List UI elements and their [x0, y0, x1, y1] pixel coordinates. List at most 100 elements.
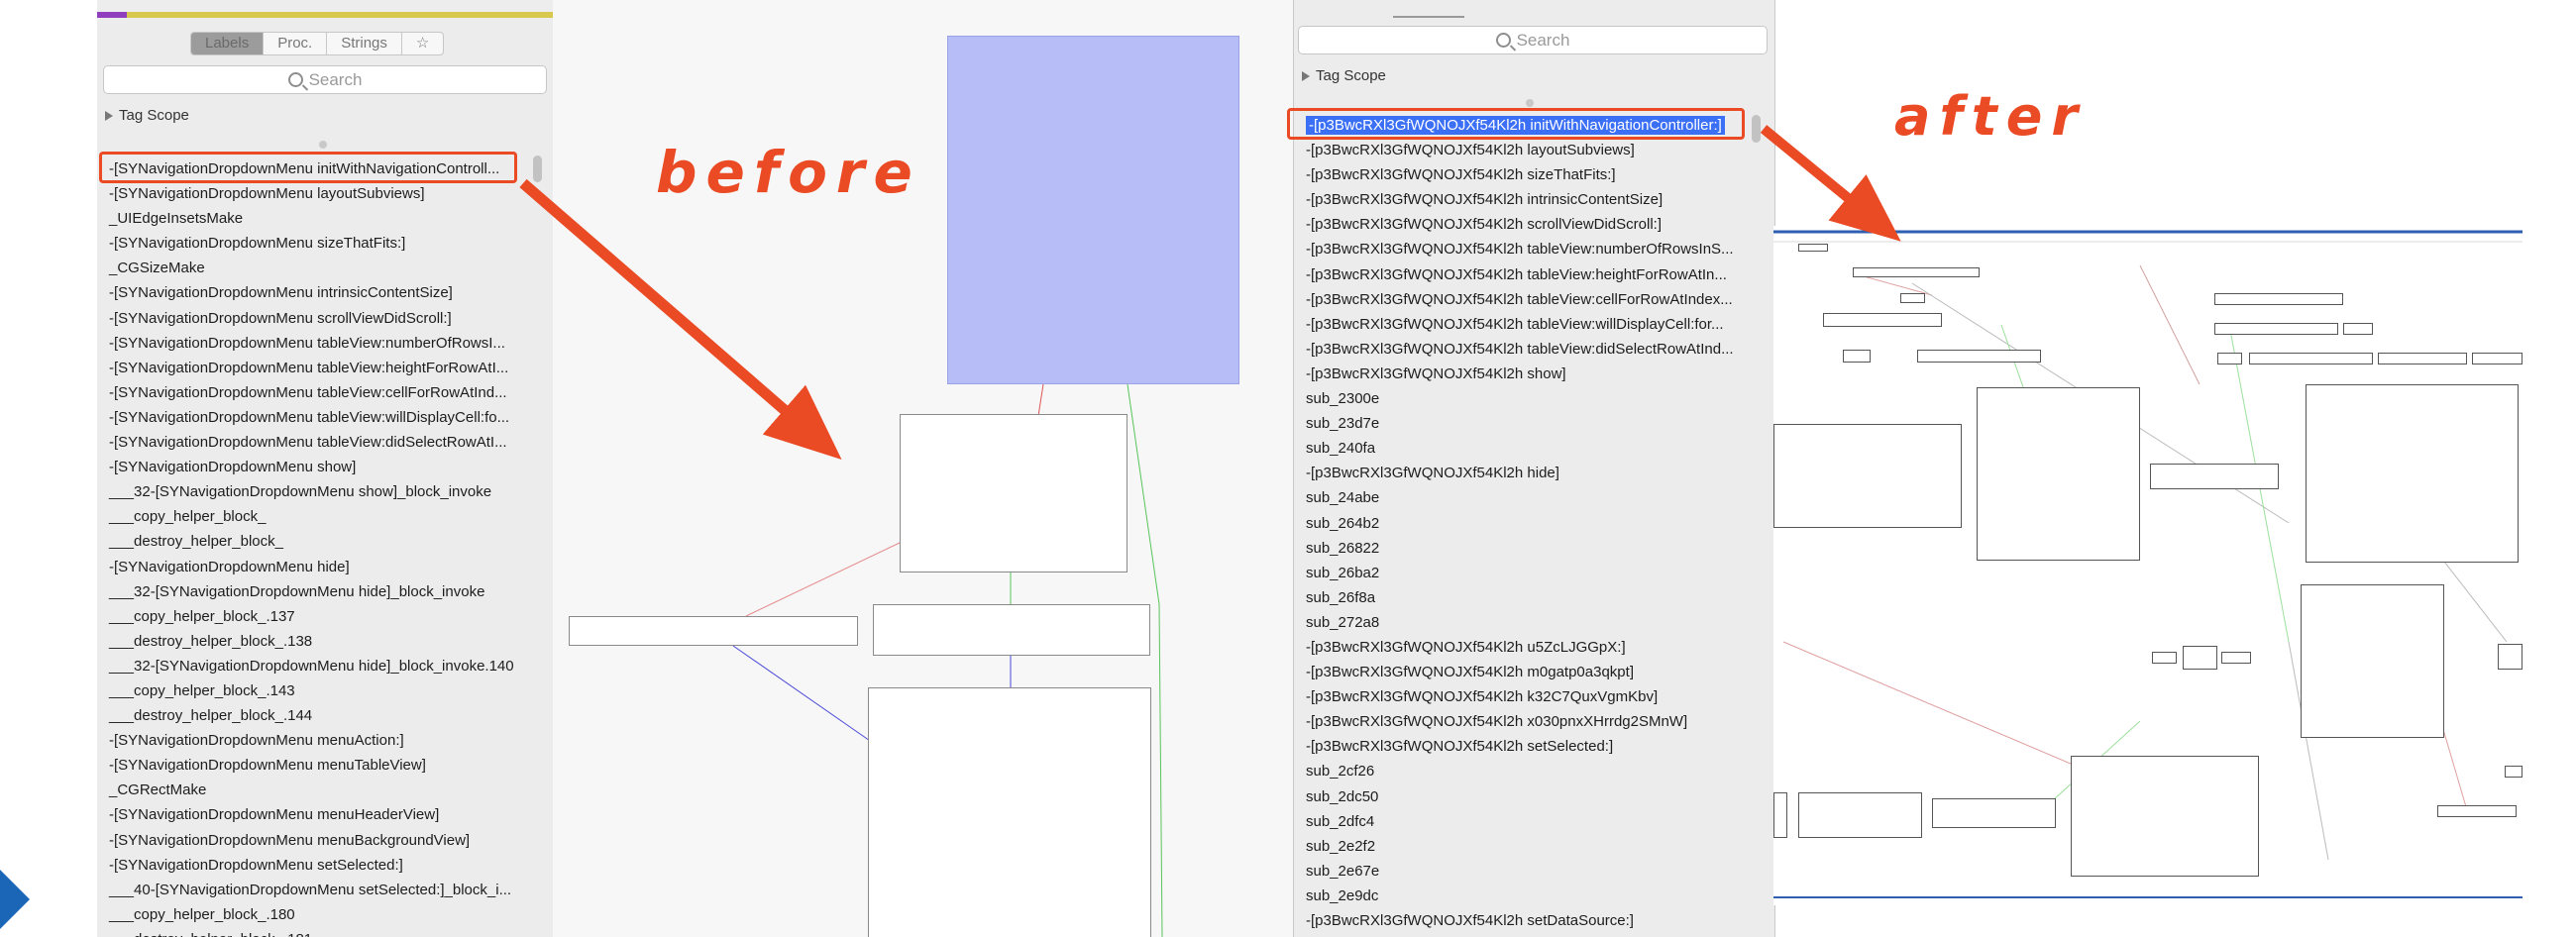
graph-node[interactable] [2150, 464, 2279, 489]
list-item[interactable]: -[p3BwcRXl3GfWQNOJXf54Kl2h setSelected:] [1302, 734, 1758, 759]
graph-node[interactable] [873, 604, 1150, 656]
list-item[interactable]: -[SYNavigationDropdownMenu scrollViewDid… [105, 306, 541, 331]
graph-node[interactable] [1977, 387, 2140, 561]
graph-node[interactable] [2214, 323, 2338, 335]
list-item[interactable]: ___copy_helper_block_ [105, 504, 541, 529]
list-item[interactable]: sub_2e67e [1302, 859, 1758, 884]
list-item[interactable]: sub_2dc50 [1302, 784, 1758, 809]
list-item[interactable]: -[SYNavigationDropdownMenu show] [105, 455, 541, 479]
graph-node[interactable] [2071, 756, 2259, 877]
graph-node[interactable] [1798, 244, 1828, 252]
list-item[interactable]: -[SYNavigationDropdownMenu menuHeaderVie… [105, 802, 541, 827]
list-item[interactable]: sub_26822 [1302, 536, 1758, 561]
list-item[interactable]: sub_2dfc4 [1302, 809, 1758, 834]
graph-node[interactable] [1823, 313, 1942, 327]
list-item[interactable]: _UIEdgeInsetsMake [105, 206, 541, 231]
graph-node[interactable] [569, 616, 858, 646]
graph-node[interactable] [2152, 652, 2177, 664]
list-item[interactable]: ___32-[SYNavigationDropdownMenu hide]_bl… [105, 579, 541, 604]
right-list-scrollbar[interactable] [1752, 115, 1761, 143]
list-item[interactable]: -[p3BwcRXl3GfWQNOJXf54Kl2h sizeThatFits:… [1302, 162, 1758, 187]
list-item[interactable]: ___copy_helper_block_.137 [105, 604, 541, 629]
list-item[interactable]: -[p3BwcRXl3GfWQNOJXf54Kl2h u5ZcLJGGpX:] [1302, 635, 1758, 660]
list-item[interactable]: sub_24abe [1302, 485, 1758, 510]
search-input-after[interactable]: Search [1298, 26, 1768, 54]
graph-node[interactable] [2505, 766, 2522, 778]
list-item[interactable]: -[SYNavigationDropdownMenu intrinsicCont… [105, 280, 541, 305]
list-item[interactable]: sub_240fa [1302, 436, 1758, 461]
list-item[interactable]: -[SYNavigationDropdownMenu setSelected:] [105, 853, 541, 878]
list-item[interactable]: -[p3BwcRXl3GfWQNOJXf54Kl2h tableView:wil… [1302, 312, 1758, 337]
tab-favorites[interactable]: ☆ [402, 33, 443, 54]
list-item[interactable]: -[p3BwcRXl3GfWQNOJXf54Kl2h tableView:cel… [1302, 287, 1758, 312]
list-item[interactable]: -[p3BwcRXl3GfWQNOJXf54Kl2h hide] [1302, 461, 1758, 485]
graph-node[interactable] [2221, 652, 2251, 664]
search-input[interactable]: Search [103, 65, 547, 94]
graph-node[interactable] [1900, 293, 1925, 303]
list-item[interactable]: -[p3BwcRXl3GfWQNOJXf54Kl2h show] [1302, 362, 1758, 386]
list-item[interactable]: sub_26f8a [1302, 585, 1758, 610]
list-item[interactable]: sub_2e2f2 [1302, 834, 1758, 859]
graph-node[interactable] [2498, 644, 2522, 670]
graph-node[interactable] [2306, 384, 2519, 563]
graph-node[interactable] [2472, 353, 2522, 364]
tag-scope-disclosure-after[interactable]: Tag Scope [1302, 67, 1386, 84]
list-item[interactable]: sub_272a8 [1302, 610, 1758, 635]
splitter-handle-icon[interactable] [1526, 99, 1534, 107]
graph-node[interactable] [1773, 424, 1962, 528]
list-item[interactable]: ___32-[SYNavigationDropdownMenu hide]_bl… [105, 654, 541, 678]
graph-node[interactable] [1773, 792, 1787, 838]
graph-node[interactable] [2217, 353, 2242, 364]
list-item[interactable]: -[SYNavigationDropdownMenu menuBackgroun… [105, 828, 541, 853]
list-item[interactable]: -[p3BwcRXl3GfWQNOJXf54Kl2h setDataSource… [1302, 908, 1758, 933]
list-item[interactable]: -[SYNavigationDropdownMenu tableView:hei… [105, 356, 541, 380]
list-item[interactable]: ___32-[SYNavigationDropdownMenu show]_bl… [105, 479, 541, 504]
graph-node[interactable] [2249, 353, 2373, 364]
list-item[interactable]: -[SYNavigationDropdownMenu sizeThatFits:… [105, 231, 541, 256]
list-item[interactable]: ___destroy_helper_block_.138 [105, 629, 541, 654]
graph-node-selected[interactable] [947, 36, 1239, 384]
tab-procedures[interactable]: Proc. [264, 33, 328, 54]
list-item[interactable]: _CGSizeMake [105, 256, 541, 280]
list-item[interactable]: sub_23d7e [1302, 411, 1758, 436]
list-item[interactable]: -[SYNavigationDropdownMenu tableView:cel… [105, 380, 541, 405]
tab-strings[interactable]: Strings [327, 33, 402, 54]
list-item[interactable]: ___copy_helper_block_.180 [105, 902, 541, 927]
graph-node[interactable] [2378, 353, 2467, 364]
list-item[interactable]: sub_2e9dc [1302, 884, 1758, 908]
graph-node[interactable] [900, 414, 1127, 573]
graph-node[interactable] [2437, 805, 2517, 817]
list-item[interactable]: _CGRectMake [105, 778, 541, 802]
list-item[interactable]: -[p3BwcRXl3GfWQNOJXf54Kl2h k32C7QuxVgmKb… [1302, 684, 1758, 709]
graph-node[interactable] [2214, 293, 2343, 305]
list-item[interactable]: -[SYNavigationDropdownMenu tableView:num… [105, 331, 541, 356]
list-item[interactable]: ___40-[SYNavigationDropdownMenu setSelec… [105, 878, 541, 902]
graph-node[interactable] [1798, 792, 1922, 838]
list-item[interactable]: sub_2300e [1302, 386, 1758, 411]
graph-node[interactable] [2343, 323, 2373, 335]
list-item[interactable]: -[SYNavigationDropdownMenu tableView:wil… [105, 405, 541, 430]
list-item[interactable]: ___destroy_helper_block_.144 [105, 703, 541, 728]
list-item[interactable]: -[p3BwcRXl3GfWQNOJXf54Kl2h x030pnxXHrrdg… [1302, 709, 1758, 734]
list-item[interactable]: -[p3BwcRXl3GfWQNOJXf54Kl2h layoutSubview… [1302, 138, 1758, 162]
graph-node[interactable] [2301, 584, 2444, 738]
list-item[interactable]: -[SYNavigationDropdownMenu hide] [105, 555, 541, 579]
list-item[interactable]: ___copy_helper_block_.143 [105, 678, 541, 703]
list-item[interactable]: -[SYNavigationDropdownMenu layoutSubview… [105, 181, 541, 206]
list-item[interactable]: -[p3BwcRXl3GfWQNOJXf54Kl2h scrollViewDid… [1302, 212, 1758, 237]
list-item[interactable]: -[p3BwcRXl3GfWQNOJXf54Kl2h tableView:did… [1302, 337, 1758, 362]
tag-scope-disclosure[interactable]: Tag Scope [105, 107, 189, 124]
left-list-scrollbar[interactable] [533, 156, 542, 182]
list-item[interactable]: -[p3BwcRXl3GfWQNOJXf54Kl2h tableView:hei… [1302, 262, 1758, 287]
graph-node[interactable] [1853, 267, 1980, 277]
graph-node[interactable] [868, 687, 1151, 937]
list-item[interactable]: sub_26ba2 [1302, 561, 1758, 585]
list-item[interactable]: -[SYNavigationDropdownMenu tableView:did… [105, 430, 541, 455]
list-item[interactable]: -[SYNavigationDropdownMenu menuTableView… [105, 753, 541, 778]
list-item[interactable]: ___destroy_helper_block_.181 [105, 927, 541, 937]
list-item[interactable]: ___destroy_helper_block_ [105, 529, 541, 554]
graph-node[interactable] [1917, 350, 2041, 363]
splitter-handle-icon[interactable] [319, 141, 327, 149]
graph-node[interactable] [2183, 646, 2217, 670]
list-item[interactable]: sub_2cf26 [1302, 759, 1758, 783]
